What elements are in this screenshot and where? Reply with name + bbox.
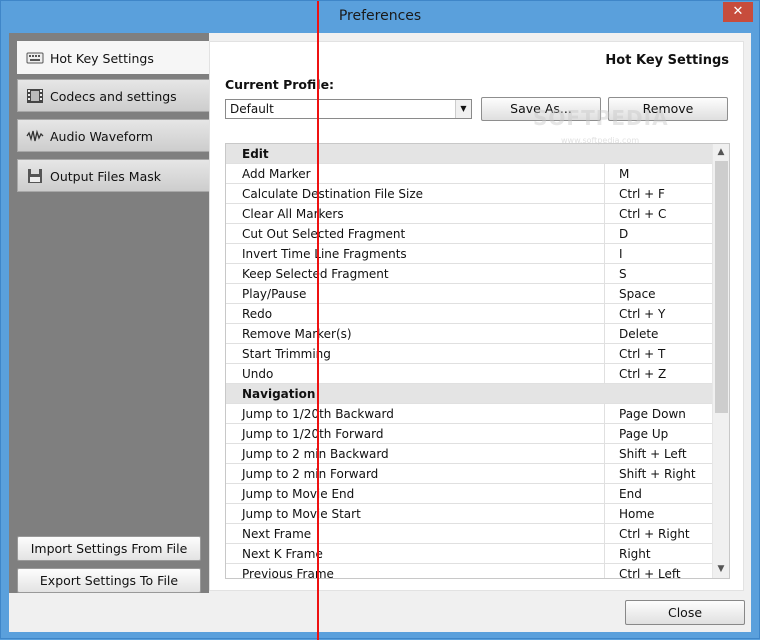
current-profile-select[interactable]: Default ▼ — [225, 99, 472, 119]
table-row[interactable]: Cut Out Selected Fragment D — [226, 224, 713, 244]
hotkey-shortcut[interactable]: Ctrl + Z — [604, 364, 713, 384]
hotkey-shortcut[interactable]: Ctrl + T — [604, 344, 713, 364]
table-row[interactable]: Jump to 2 min Backward Shift + Left — [226, 444, 713, 464]
table-row[interactable]: Jump to 1/20th Backward Page Down — [226, 404, 713, 424]
hotkey-shortcut[interactable]: Shift + Left — [604, 444, 713, 464]
hotkey-action: Next Frame — [242, 527, 312, 541]
hotkey-action: Jump to 2 min Forward — [242, 467, 379, 481]
preferences-window: Preferences ✕ Hot Key Settings Codecs an… — [0, 0, 760, 640]
scroll-up-icon[interactable]: ▲ — [713, 144, 729, 161]
hotkey-shortcut[interactable]: Ctrl + Right — [604, 524, 713, 544]
hotkey-shortcut[interactable]: D — [604, 224, 713, 244]
table-row[interactable]: Next Frame Ctrl + Right — [226, 524, 713, 544]
table-row[interactable]: Add Marker M — [226, 164, 713, 184]
hotkey-action: Next K Frame — [242, 547, 323, 561]
hotkey-action: Undo — [242, 367, 274, 381]
watermark: SOFTPEDIA — [533, 106, 669, 130]
export-settings-button[interactable]: Export Settings To File — [17, 568, 201, 593]
hotkey-shortcut[interactable]: M — [604, 164, 713, 184]
hotkey-action: Invert Time Line Fragments — [242, 247, 407, 261]
sidebar: Hot Key Settings Codecs and settings Aud… — [9, 33, 209, 593]
table-row[interactable]: Jump to Movie End End — [226, 484, 713, 504]
close-button[interactable]: Close — [625, 600, 745, 625]
hotkey-shortcut[interactable]: End — [604, 484, 713, 504]
title-bar[interactable]: Preferences ✕ — [1, 1, 759, 33]
hotkey-action: Play/Pause — [242, 287, 307, 301]
table-row[interactable]: Start Trimming Ctrl + T — [226, 344, 713, 364]
hotkey-action: Clear All Markers — [242, 207, 344, 221]
hotkey-action: Previous Frame — [242, 567, 334, 579]
window-close-icon[interactable]: ✕ — [723, 2, 753, 22]
hotkey-rows: Edit Add Marker M Calculate Destination Fil… — [226, 144, 713, 579]
hotkey-action: Calculate Destination File Size — [242, 187, 424, 201]
table-row[interactable]: Jump to Movie Start Home — [226, 504, 713, 524]
table-row[interactable]: Calculate Destination File Size Ctrl + F — [226, 184, 713, 204]
hotkey-action: Jump to Movie Start — [242, 507, 361, 521]
hotkey-shortcut[interactable]: Page Up — [604, 424, 713, 444]
table-row[interactable]: Jump to 1/20th Forward Page Up — [226, 424, 713, 444]
table-row[interactable]: Invert Time Line Fragments I — [226, 244, 713, 264]
hotkey-shortcut[interactable]: I — [604, 244, 713, 264]
table-row[interactable]: Next K Frame Right — [226, 544, 713, 564]
hotkey-action: Jump to 1/20th Forward — [242, 427, 384, 441]
keyboard-icon — [26, 52, 44, 64]
sidebar-item-label: Hot Key Settings — [50, 51, 154, 66]
table-row[interactable]: Undo Ctrl + Z — [226, 364, 713, 384]
hotkey-action: Jump to Movie End — [242, 487, 355, 501]
film-icon — [27, 89, 43, 103]
hotkey-shortcut[interactable]: Ctrl + Left — [604, 564, 713, 578]
table-row[interactable]: Jump to 2 min Forward Shift + Right — [226, 464, 713, 484]
sidebar-item-output-files-mask[interactable]: Output Files Mask — [17, 159, 209, 192]
panel-title: Hot Key Settings — [605, 53, 729, 68]
sidebar-item-codecs-and-settings[interactable]: Codecs and settings — [17, 79, 209, 112]
hotkey-action: Redo — [242, 307, 273, 321]
scroll-down-icon[interactable]: ▼ — [713, 561, 729, 578]
hotkey-shortcut[interactable]: Shift + Right — [604, 464, 713, 484]
table-row[interactable]: Remove Marker(s) Delete — [226, 324, 713, 344]
hotkey-shortcut[interactable]: Space — [604, 284, 713, 304]
hotkey-shortcut[interactable]: Page Down — [604, 404, 713, 424]
hotkey-shortcut[interactable]: Home — [604, 504, 713, 524]
group-header-label: Edit — [242, 147, 269, 161]
sidebar-item-hot-key-settings[interactable]: Hot Key Settings — [17, 41, 209, 74]
hotkey-shortcut[interactable]: Delete — [604, 324, 713, 344]
hotkey-action: Add Marker — [242, 167, 311, 181]
sidebar-item-label: Codecs and settings — [50, 89, 177, 104]
group-header-label: Navigation — [242, 387, 316, 401]
table-row[interactable]: Clear All Markers Ctrl + C — [226, 204, 713, 224]
group-header-row[interactable]: Edit — [226, 144, 713, 164]
table-row[interactable]: Keep Selected Fragment S — [226, 264, 713, 284]
sidebar-item-audio-waveform[interactable]: Audio Waveform — [17, 119, 209, 152]
hotkey-shortcut[interactable]: S — [604, 264, 713, 284]
floppy-icon — [28, 169, 42, 183]
hotkey-action: Jump to 2 min Backward — [242, 447, 389, 461]
hotkey-action: Cut Out Selected Fragment — [242, 227, 406, 241]
hotkey-shortcut[interactable]: Right — [604, 544, 713, 564]
hotkey-shortcut[interactable]: Ctrl + F — [604, 184, 713, 204]
hotkey-shortcut[interactable]: Ctrl + Y — [604, 304, 713, 324]
group-header-row[interactable]: Navigation — [226, 384, 713, 404]
table-row[interactable]: Play/Pause Space — [226, 284, 713, 304]
sidebar-item-label: Audio Waveform — [50, 129, 153, 144]
sidebar-item-label: Output Files Mask — [50, 169, 161, 184]
scrollbar-thumb[interactable] — [715, 161, 728, 413]
table-row[interactable]: Previous Frame Ctrl + Left — [226, 564, 713, 579]
chevron-down-icon[interactable]: ▼ — [455, 100, 471, 118]
table-row[interactable]: Redo Ctrl + Y — [226, 304, 713, 324]
hotkey-shortcut[interactable]: Ctrl + C — [604, 204, 713, 224]
watermark-url: www.softpedia.com — [561, 136, 640, 145]
profile-select-value: Default — [230, 102, 274, 116]
vertical-scrollbar[interactable]: ▲ ▼ — [712, 144, 729, 578]
hotkey-action: Remove Marker(s) — [242, 327, 352, 341]
waveform-icon — [26, 129, 44, 142]
import-settings-button[interactable]: Import Settings From File — [17, 536, 201, 561]
marker-line — [317, 1, 319, 640]
hotkey-action: Keep Selected Fragment — [242, 267, 389, 281]
window-title: Preferences — [338, 8, 422, 24]
hotkey-grid: Edit Add Marker M Calculate Destination Fil… — [225, 143, 730, 579]
